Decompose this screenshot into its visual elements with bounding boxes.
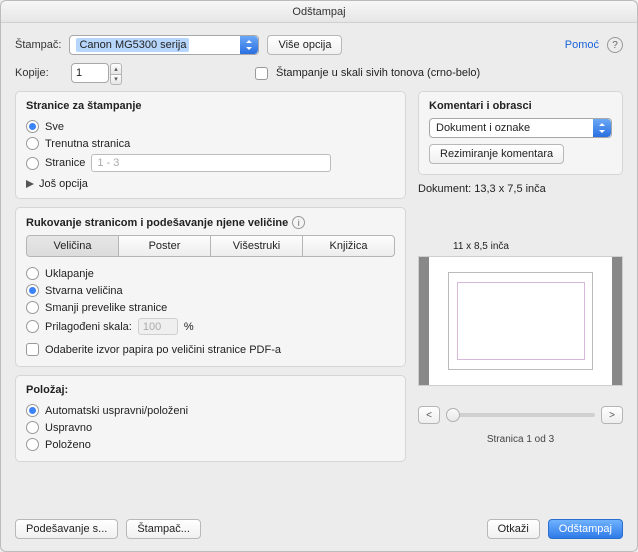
paper-size-label: 11 x 8,5 inča [418,241,623,252]
pages-range-input[interactable]: 1 - 3 [91,154,331,172]
fit-radio[interactable] [26,267,39,280]
actual-size-radio[interactable] [26,284,39,297]
orientation-portrait-radio[interactable] [26,421,39,434]
more-options-disclosure[interactable]: Još opcija [26,178,395,190]
page-slider[interactable] [446,413,595,417]
copies-label: Kopije: [15,67,63,79]
printer-label: Štampač: [15,39,61,51]
print-button[interactable]: Odštampaj [548,519,623,539]
comments-select[interactable]: Dokument i oznake [429,118,612,138]
tab-poster[interactable]: Poster [118,235,211,257]
next-page-button[interactable]: > [601,406,623,424]
grayscale-label: Štampanje u skali sivih tonova (crno-bel… [276,67,480,79]
chevron-down-icon[interactable]: ▾ [110,75,122,86]
size-mode-tabs: Veličina Poster Višestruki Knjižica [26,235,395,257]
comments-panel: Komentari i obrasci Dokument i oznake Re… [418,91,623,175]
orientation-auto-radio[interactable] [26,404,39,417]
info-icon[interactable]: i [292,216,305,229]
chevron-updown-icon [240,36,258,54]
tab-multiple[interactable]: Višestruki [210,235,303,257]
print-preview [418,256,623,386]
cancel-button[interactable]: Otkaži [487,519,540,539]
preview-page [448,272,593,370]
comments-title: Komentari i obrasci [429,100,612,112]
pages-current-radio[interactable] [26,137,39,150]
more-options-button[interactable]: Više opcija [267,35,342,55]
page-setup-button[interactable]: Podešavanje s... [15,519,118,539]
pages-title: Stranice za štampanje [26,100,395,112]
handling-title: Rukovanje stranicom i podešavanje njene … [26,217,288,229]
pages-all-radio[interactable] [26,120,39,133]
doc-size-label: Dokument: 13,3 x 7,5 inča [418,183,623,195]
help-icon[interactable]: ? [607,37,623,53]
prev-page-button[interactable]: < [418,406,440,424]
copies-stepper[interactable]: ▴ ▾ [110,63,122,85]
handling-panel: Rukovanje stranicom i podešavanje njene … [15,207,406,367]
printer-value: Canon MG5300 serija [76,38,189,52]
orientation-panel: Položaj: Automatski uspravni/položeni Us… [15,375,406,462]
orientation-title: Položaj: [26,384,395,396]
pages-panel: Stranice za štampanje Sve Trenutna stran… [15,91,406,199]
printer-settings-button[interactable]: Štampač... [126,519,201,539]
window-title: Odštampaj [292,6,345,18]
chevron-updown-icon [593,119,611,137]
summarize-comments-button[interactable]: Rezimiranje komentara [429,144,564,164]
help-link[interactable]: Pomoć [565,39,599,51]
copies-input[interactable]: 1 ▴ ▾ [71,63,109,83]
custom-scale-radio[interactable] [26,320,39,333]
titlebar: Odštampaj [1,1,637,23]
tab-booklet[interactable]: Knjižica [302,235,395,257]
grayscale-checkbox[interactable] [255,67,268,80]
printer-select[interactable]: Canon MG5300 serija [69,35,259,55]
chevron-up-icon[interactable]: ▴ [110,63,122,75]
paper-source-checkbox[interactable] [26,343,39,356]
shrink-radio[interactable] [26,301,39,314]
page-indicator: Stranica 1 od 3 [418,434,623,445]
pages-range-radio[interactable] [26,157,39,170]
custom-scale-input[interactable]: 100 [138,318,178,335]
print-dialog: Odštampaj Štampač: Canon MG5300 serija V… [0,0,638,552]
orientation-landscape-radio[interactable] [26,438,39,451]
tab-size[interactable]: Veličina [26,235,119,257]
